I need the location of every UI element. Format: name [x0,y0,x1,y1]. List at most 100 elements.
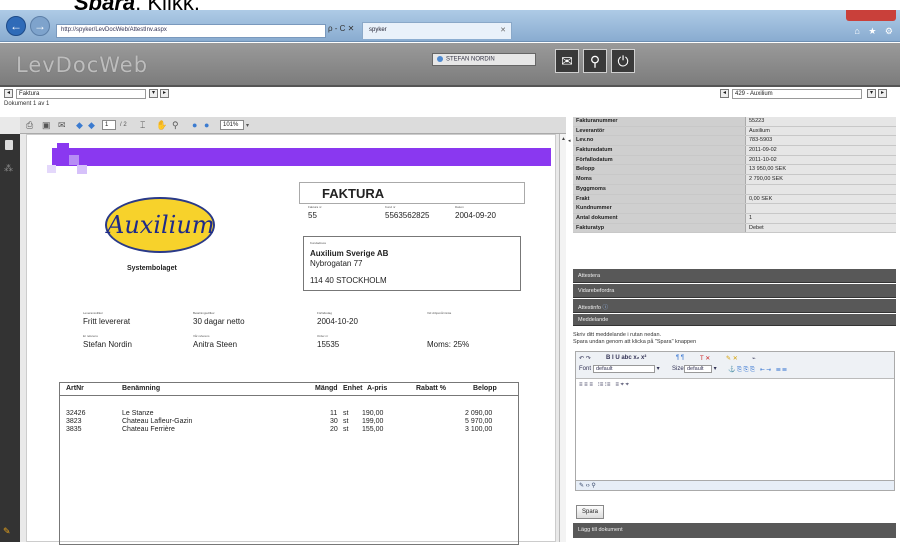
type-dropdown-button[interactable]: ▾ [149,89,158,98]
label-betalningsvillkor: Betalningsvillkor [193,311,215,315]
our-reference: Anitra Steen [193,340,238,349]
property-value: 2011-09-02 [746,146,896,155]
scroll-up-icon[interactable]: ▲ [561,136,566,142]
print-icon[interactable]: ⎙ [26,120,33,131]
col-belopp: Belopp [473,385,497,392]
power-icon[interactable]: ⏻ [611,49,635,73]
editor-toolbar: ↶ ↷ B I U abc x₂ x² ¶ ¶ T ✕ ✎ ✕ ⌁ Font d… [576,352,894,379]
your-reference: Stefan Nordin [83,340,132,349]
viewer-scrollbar[interactable]: ▲ [559,134,566,542]
attestinfo-bar[interactable]: Attestinfo ⓘ [573,299,896,313]
label-er-referens: Er referens [83,334,98,338]
invoice-page: FAKTURA Auxilium Systembolaget Faktura n… [26,134,556,545]
customer-street: Nybrogatan 77 [310,259,363,268]
prev-page-icon[interactable]: ◆ [76,120,83,131]
save-button[interactable]: Spara [576,505,604,519]
zoom-in-icon[interactable]: ● [204,120,209,130]
delivery-terms: Fritt levererat [83,317,131,326]
size-label: Size [672,366,684,372]
next-type-button[interactable]: ▸ [160,89,169,98]
pages-icon[interactable] [5,140,13,150]
document-viewer: ⎙ ▣ ✉ ◆ ◆ 1 / 2 ⌶ ✋ ⚲ ● ● 101% ▾ ⁂ ✎ ▲ F… [0,117,566,545]
attestera-bar[interactable]: Attestera [573,269,896,283]
select-text-icon[interactable]: ⌶ [140,120,145,131]
page-total: / 2 [120,122,127,128]
size-select[interactable]: default ▾ [684,365,717,373]
property-key: Kundnummer [573,204,746,213]
property-key: Fakturatyp [573,223,746,233]
address-bar[interactable]: http://spyker/LevDocWeb/AttestInv.aspx [56,24,326,38]
property-key: Byggmoms [573,184,746,194]
message-line-2: Spara undan genom att klicka på "Spara" … [573,339,697,345]
zoom-dropdown-icon[interactable]: ▾ [246,122,249,129]
close-tab-icon[interactable]: ✕ [500,26,506,34]
label-fakturanr: Faktura nr [308,205,322,209]
auxilium-logo: Auxilium [105,197,215,253]
window-controls[interactable] [846,10,896,21]
browser-chrome: ← → http://spyker/LevDocWeb/AttestInv.as… [0,10,900,42]
property-row: Lev.no 783-5903 [573,136,896,147]
alignment-list-icons[interactable]: ≡ ≡ ≡ ⁝≡ ⁝≡ ≡ ⌖ ⌖ [579,381,629,389]
page-number-input[interactable]: 1 [102,120,116,130]
text-color-icon[interactable]: T ✕ [700,355,710,362]
prev-supplier-button[interactable]: ◂ [720,89,729,98]
company-name: Systembolaget [127,265,177,272]
insert-icons[interactable]: ⚓ ⎘ ⎘ ⎘ ⇤ ⇥ ☰ ☰ [728,366,787,374]
zoom-tool-icon[interactable]: ⚲ [172,120,179,131]
prev-type-button[interactable]: ◂ [4,89,13,98]
cell-benamning: Le Stanze [122,410,154,417]
label-var-referens: Vår referens [193,334,210,338]
search-icon[interactable]: ⚲ [583,49,607,73]
zoom-out-icon[interactable]: ● [192,120,197,130]
link-icon[interactable]: ⌁ [752,355,756,362]
property-value: Auxilium [746,126,896,136]
font-select[interactable]: default ▾ [593,365,660,373]
cell-artnr: 32426 [66,410,86,417]
undo-redo-icons[interactable]: ↶ ↷ [579,355,591,362]
forward-button[interactable]: → [30,16,50,36]
viewer-side-strip: ⁂ ✎ [0,134,20,542]
back-button[interactable]: ← [6,16,26,36]
save-icon[interactable]: ▣ [42,120,51,131]
app-header: LevDocWeb STEFAN NORDIN ✉ ⚲ ⏻ [0,43,900,87]
highlight-icon[interactable]: ✎ ✕ [726,355,738,362]
address-tools[interactable]: ρ - C ✕ [328,24,354,33]
message-editor[interactable]: ↶ ↷ B I U abc x₂ x² ¶ ¶ T ✕ ✎ ✕ ⌁ Font d… [575,351,895,481]
cell-artnr: 3835 [66,426,82,433]
home-star-icons[interactable]: ⌂ ★ ⚙ [854,26,896,37]
vidarebefordra-bar[interactable]: Vidarebefordra [573,284,896,298]
customer-address-box: Kundadress Auxilium Sverige AB Nybrogata… [303,236,521,291]
direction-icons[interactable]: ¶ ¶ [676,355,684,361]
cell-belopp: 3 100,00 [465,426,493,433]
comments-icon[interactable]: ✎ [3,526,11,537]
selector-row: ◂ Faktura ▾ ▸ Dokument 1 av 1 ◂ 429 - Au… [0,87,900,117]
meddelande-bar[interactable]: Meddelande [573,314,896,326]
browser-tab[interactable]: spyker ✕ [362,22,512,39]
document-count: Dokument 1 av 1 [4,101,50,107]
cell-enhet: st [343,410,349,417]
inbox-icon[interactable]: ✉ [555,49,579,73]
collapse-arrow-icon[interactable]: ◂ [568,138,571,144]
hand-tool-icon[interactable]: ✋ [156,120,167,131]
attachments-icon[interactable]: ⁂ [4,163,13,174]
property-value: 55223 [746,117,896,126]
next-page-icon[interactable]: ◆ [88,120,95,131]
cell-apris: 190,00 [362,410,384,417]
message-instructions: Skriv ditt meddelande i rutan nedan. Spa… [573,332,696,346]
col-mangd: Mängd [315,385,338,392]
zoom-level[interactable]: 101% [220,120,244,130]
email-icon[interactable]: ✉ [58,120,66,131]
add-document-bar[interactable]: Lägg till dokument [573,523,896,538]
property-key: Leverantör [573,126,746,136]
property-key: Frakt [573,194,746,204]
property-row: Frakt 0,00 SEK [573,194,896,205]
next-supplier-button[interactable]: ▸ [878,89,887,98]
col-enhet: Enhet [343,385,363,392]
property-key: Förfallodatum [573,155,746,165]
properties-panel: Fakturanummer 55223 Leverantör Auxilium Lev.… [568,117,900,542]
supplier-select[interactable]: 429 - Auxilium [732,89,862,99]
format-icons[interactable]: B I U abc x₂ x² [606,355,646,361]
supplier-dropdown-button[interactable]: ▾ [867,89,876,98]
editor-mode-bar[interactable]: ✎ ‹› ⚲ [575,481,895,491]
doc-type-select[interactable]: Faktura [16,89,146,99]
